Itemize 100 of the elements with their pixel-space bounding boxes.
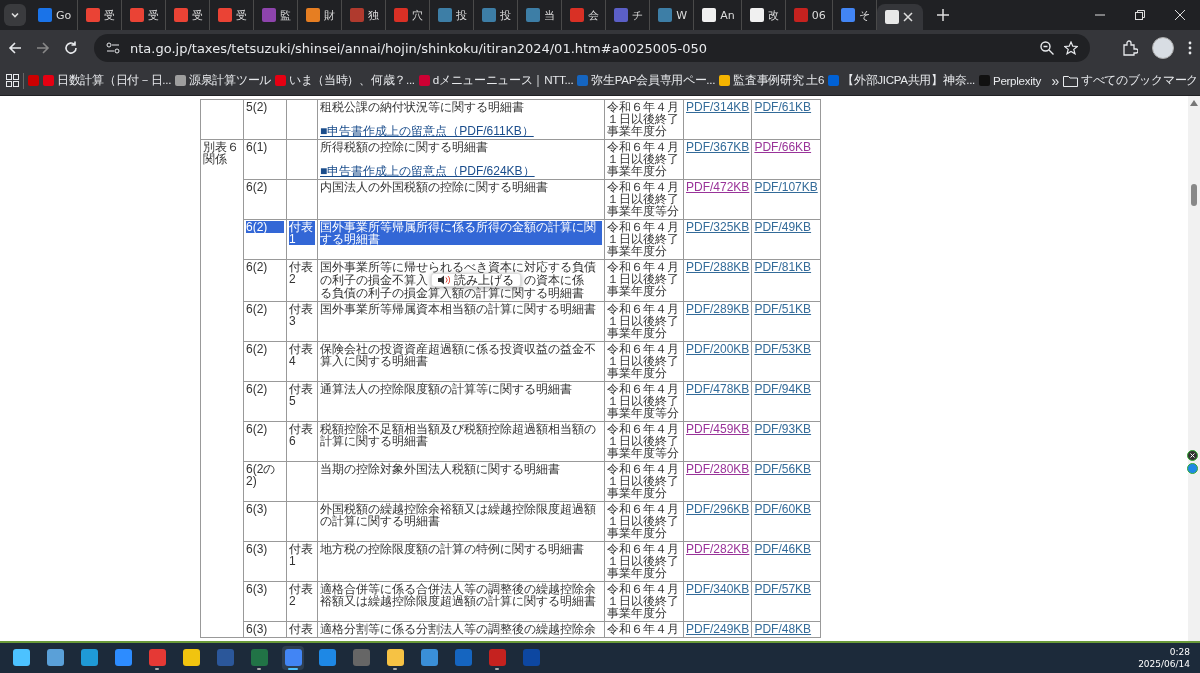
form-title: 内国法人の外国税額の控除に関する明細書 [320,181,549,193]
tab-title: そ [858,7,870,23]
tab-search-button[interactable] [4,4,26,26]
notes-link[interactable]: ■申告書作成上の留意点（PDF/624KB） [320,165,602,177]
restore-icon[interactable] [1135,10,1145,20]
tab-title: 当 [544,7,556,23]
tab-title: W [676,8,688,22]
reload-icon[interactable] [64,41,78,55]
table-cell: 6(2) [246,221,284,233]
tab-title: 受 [192,7,204,23]
bookmark[interactable]: Perplexity [978,74,1041,87]
table-cell-text: 6(2の2) [246,463,277,487]
bookmark[interactable]: 日数計算（日付－日... [43,73,172,88]
table-cell-text: 6(3) [246,623,269,635]
table-cell-text: 6(2) [246,343,269,355]
profile-avatar[interactable] [1152,37,1174,59]
read-aloud-button[interactable]: 読み上げる [431,273,521,287]
browser-tab[interactable] [876,4,923,30]
table-cell: 付表1 [289,221,315,245]
all-bookmarks-button[interactable]: すべてのブックマーク [1063,73,1198,88]
scrollbar-thumb[interactable] [1191,184,1197,206]
apps-icon[interactable] [6,74,19,87]
table-cell-text: 令和６年４月１日以後終了事業年度分 [607,303,680,339]
tab-title: 投 [500,7,512,23]
bookmark[interactable]: 【外部JICPA共用】神奈... [828,73,975,88]
table-cell-text: 6(2) [246,261,269,273]
table-cell-text: 付表1 [289,543,314,567]
extension-icon[interactable] [1187,463,1198,474]
speaker-icon [438,275,450,285]
tab-title: 会 [588,7,600,23]
form-title: の資本に係 [524,274,584,286]
table-cell-text: 6(3) [246,583,269,595]
form-title: 国外事業所等に帰せられるべき資本に対応する負債 [320,261,597,273]
table-cell-text: 令和６年４月１日以後終了事業年度分 [607,583,680,619]
more-bookmarks-button[interactable]: » [1051,72,1059,89]
form-title: 適格分割等に係る分割法人等の調整後の繰越控除余 [320,623,597,635]
form-title: 所得税額の控除に関する明細書 [320,141,489,153]
form-title: 租税公課の納付状況等に関する明細書 [320,101,525,113]
tab-title: 監 [280,7,292,23]
tab-title: An [720,8,735,22]
puzzle-icon[interactable] [1122,40,1138,56]
table-cell-text: 令和６年４月１日以後終了事業年度分 [607,261,680,297]
bookmark[interactable]: 監査事例研究 土6 [719,73,825,88]
form-title: 国外事業所等帰属所得に係る所得の金額の計算に関する明細書 [320,221,602,245]
table-cell-text: 付表5 [289,383,314,407]
tab-title: 受 [148,7,160,23]
form-title: 税額控除不足額相当額及び税額控除超過額相当額の計算に関する明細書 [320,423,597,447]
close-icon[interactable] [1187,450,1198,461]
tab-title: 投 [456,7,468,23]
table-cell-text: 6(2) [246,181,269,193]
table-cell-text: 令和６年４月１日以後終了事業年度分 [607,503,680,539]
table-cell-text: 別表６関係 [203,141,240,165]
forward-icon[interactable] [36,41,50,55]
tab-title: 受 [104,7,116,23]
clock-date: 2025/06/14 [1138,658,1190,670]
star-icon[interactable] [1064,41,1078,55]
form-title: 地方税の控除限度額の計算の特例に関する明細書 [320,543,585,555]
tab-title: 改 [767,7,779,23]
form-title: 保険会社の投資資産超過額に係る投資収益の益金不算入に関する明細書 [320,343,597,367]
table-cell-text: 令和６年４月１日以後終了事業年度等分 [607,383,680,419]
bookmark[interactable]: 源泉計算ツール [175,73,271,88]
table-cell-text: 付表6 [289,423,314,447]
form-title: 適格合併等に係る合併法人等の調整後の繰越控除余裕額又は繰越控除限度超過額の計算に関する明細書 [320,583,597,607]
table-cell-text: 6(3) [246,503,269,515]
bookmark[interactable]: 弥生PAP会員専用ペー... [577,73,716,88]
menu-icon[interactable] [1188,41,1192,55]
form-title: 当期の控除対象外国法人税額に関する明細書 [320,463,561,475]
clock-time: 0:28 [1169,646,1190,658]
table-cell-text: 6(2) [246,303,269,315]
zoom-icon[interactable] [1040,41,1054,55]
table-cell-text: 令和６年４月１日以後終了事業年度分 [607,343,680,379]
form-title: る負債の利子の損金算入額の計算に関する明細書 [320,287,585,299]
address-bar[interactable]: nta.go.jp/taxes/tetsuzuki/shinsei/annai/hojin/shinkoku/itiran2024/01.htm#a0025005-050 [94,34,1090,62]
form-title: 外国税額の繰越控除余裕額又は繰越控除限度超過額の計算に関する明細書 [320,503,597,527]
table-cell-text: 令和６年４月 [607,623,680,635]
table-cell-text: 付表2 [289,583,314,607]
tab-title: 穴 [412,7,424,23]
tab-title: 財 [324,7,336,23]
tab-title: チ [632,7,644,23]
table-cell-text: 6(3) [246,543,269,555]
table-cell-text: 付表2 [289,261,314,285]
scroll-up-icon[interactable] [1190,100,1198,106]
table-cell-text: 令和６年４月１日以後終了事業年度分 [607,221,680,257]
tab-title: 独 [368,7,380,23]
table-cell-text: 5(2) [246,101,269,113]
back-icon[interactable] [8,41,22,55]
table-cell-text: 付表3 [289,303,314,327]
notes-link[interactable]: ■申告書作成上の留意点（PDF/611KB） [320,125,602,137]
table-cell-text: 令和６年４月１日以後終了事業年度等分 [607,423,680,459]
scrollbar[interactable] [1188,96,1200,641]
site-info-icon[interactable] [106,42,120,54]
bookmark[interactable]: dメニューニュース｜NTT... [418,73,574,88]
table-cell-text: 6(2) [246,383,269,395]
tab-title: 受 [236,7,248,23]
table-cell-text: 令和６年４月１日以後終了事業年度分 [607,543,680,579]
tab-title: Go [56,8,72,22]
table-cell-text: 令和６年４月１日以後終了事業年度分 [607,463,680,499]
new-tab-icon[interactable] [936,9,949,21]
table-cell-text: 6(1) [246,141,269,153]
bookmark[interactable]: いま（当時）、何歳？... [275,73,415,88]
